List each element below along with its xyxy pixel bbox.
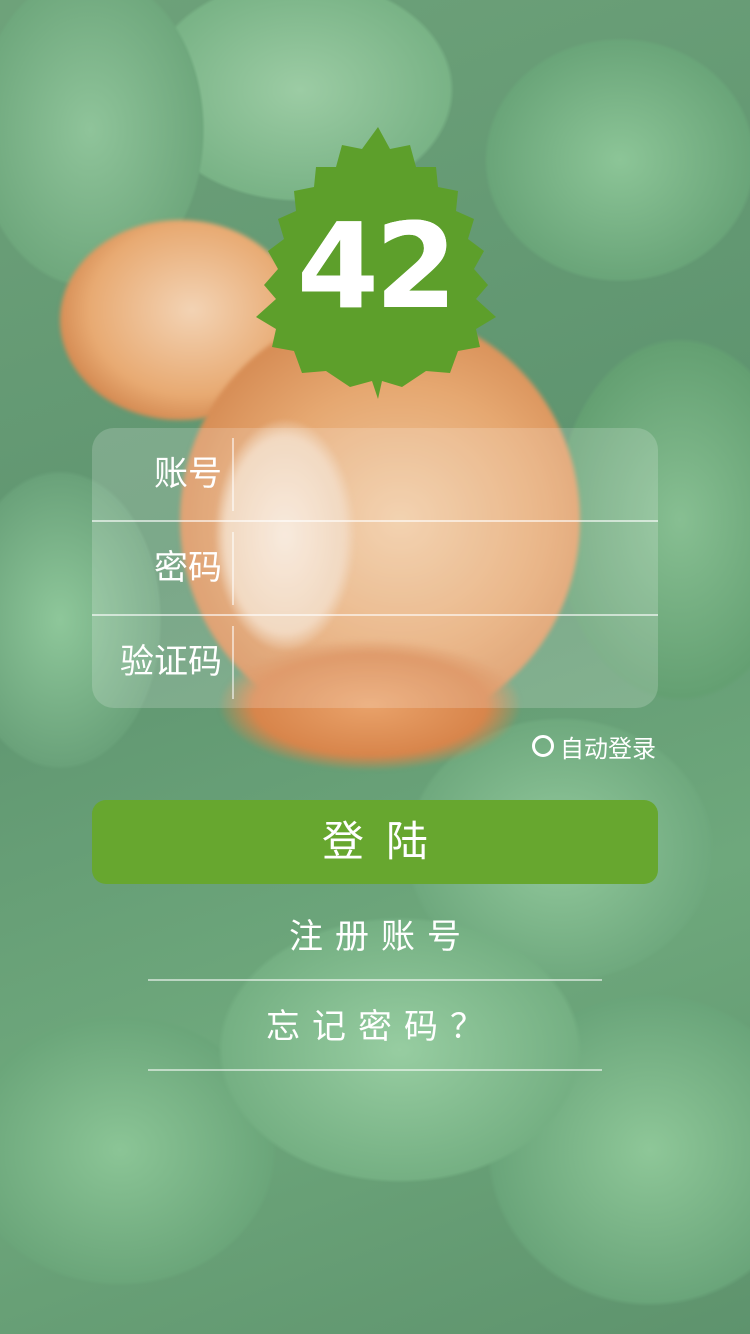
account-row: 账号 (92, 428, 658, 521)
captcha-label: 验证码 (120, 642, 222, 682)
captcha-vertical-divider (232, 626, 234, 699)
account-vertical-divider (232, 438, 234, 511)
password-row: 密码 (92, 522, 658, 615)
password-vertical-divider (232, 532, 234, 605)
login-button[interactable]: 登陆 (92, 800, 658, 884)
password-label: 密码 (154, 548, 222, 588)
radio-circle-icon[interactable] (532, 735, 554, 757)
forgot-divider (148, 1069, 602, 1071)
captcha-input[interactable] (242, 628, 646, 699)
register-link[interactable]: 注册账号 (148, 912, 602, 962)
password-input[interactable] (242, 534, 646, 605)
account-label: 账号 (154, 454, 222, 494)
auto-login-label[interactable]: 自动登录 (560, 729, 656, 764)
app-logo: 42 (250, 125, 500, 400)
logo-number: 42 (296, 197, 457, 335)
account-input[interactable] (242, 440, 646, 511)
forgot-password-link[interactable]: 忘记密码？ (148, 1002, 602, 1052)
login-form: 账号 密码 验证码 (92, 428, 658, 708)
auto-login-toggle[interactable]: 自动登录 (532, 728, 656, 764)
captcha-row: 验证码 (92, 616, 658, 709)
register-divider (148, 979, 602, 981)
